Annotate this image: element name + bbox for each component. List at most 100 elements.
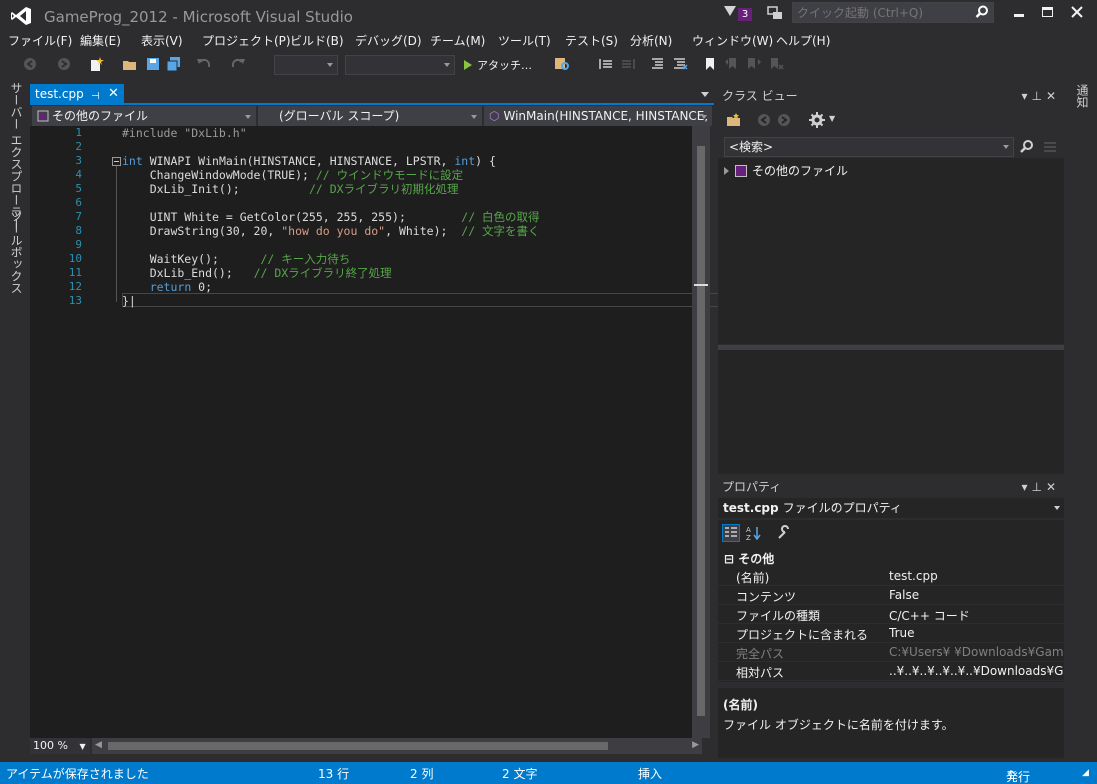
comment-lines-icon[interactable] xyxy=(650,56,666,72)
pin-icon[interactable]: ⊥ xyxy=(1031,480,1045,494)
indent-icon[interactable] xyxy=(598,56,614,72)
alphabetical-icon[interactable]: AZ xyxy=(746,525,762,541)
window-position-icon[interactable]: ▾ xyxy=(1021,89,1031,103)
bookmark-icon[interactable] xyxy=(702,56,718,72)
standard-toolbar: アタッチ… xyxy=(0,51,1097,78)
editor-vertical-scrollbar[interactable] xyxy=(692,126,710,738)
close-icon[interactable]: ✕ xyxy=(1046,480,1060,494)
next-bookmark-icon[interactable] xyxy=(746,56,762,72)
new-folder-icon[interactable] xyxy=(726,112,742,128)
svg-text:Z: Z xyxy=(746,534,751,541)
redo-icon[interactable] xyxy=(230,56,246,72)
menu-file[interactable]: ファイル(F) xyxy=(8,32,72,49)
menu-help[interactable]: ヘルプ(H) xyxy=(776,32,830,49)
class-view-title: クラス ビュー xyxy=(722,89,798,103)
forward-icon[interactable] xyxy=(776,112,792,128)
expand-arrow-icon[interactable] xyxy=(724,167,729,175)
search-icon[interactable] xyxy=(975,5,989,19)
collapse-region-icon[interactable] xyxy=(112,157,121,166)
quick-launch-input[interactable] xyxy=(793,3,963,22)
property-row[interactable]: プロジェクトに含まれる True xyxy=(718,624,1064,643)
code-text-area[interactable]: #include "DxLib.h" int WINAPI WinMain(HI… xyxy=(30,126,720,738)
menu-build[interactable]: ビルド(B) xyxy=(290,32,344,49)
member-combo[interactable]: ⬡WinMain(HINSTANCE, HINSTANCE, LPSTR, in… xyxy=(484,106,712,126)
clear-search-icon[interactable] xyxy=(1042,139,1058,155)
resize-grip-icon[interactable]: ◢ xyxy=(1082,768,1089,778)
property-row[interactable]: (名前) test.cpp xyxy=(718,567,1064,586)
scrollbar-thumb[interactable] xyxy=(108,742,608,750)
menu-project[interactable]: プロジェクト(P) xyxy=(202,32,291,49)
new-project-icon[interactable] xyxy=(88,56,104,72)
solution-platform-combo[interactable] xyxy=(345,55,455,75)
scope-combo[interactable]: (グローバル スコープ) xyxy=(258,106,482,126)
open-file-icon[interactable] xyxy=(122,56,138,72)
properties-toolbar: AZ xyxy=(718,520,1064,546)
minimize-button[interactable] xyxy=(1006,4,1032,22)
menu-test[interactable]: テスト(S) xyxy=(565,32,618,49)
menu-view[interactable]: 表示(V) xyxy=(141,32,183,49)
undo-icon[interactable] xyxy=(196,56,212,72)
property-key: コンテンツ xyxy=(736,590,797,604)
maximize-button[interactable] xyxy=(1034,4,1060,22)
scroll-right-icon[interactable]: ▶ xyxy=(692,740,699,750)
chevron-down-icon xyxy=(701,115,707,119)
editor-horizontal-scrollbar[interactable]: ◀ ▶ xyxy=(92,738,702,754)
property-row[interactable]: ファイルの種類 C/C++ コード xyxy=(718,605,1064,624)
back-icon[interactable] xyxy=(756,112,772,128)
close-button[interactable] xyxy=(1064,4,1090,22)
gear-icon[interactable] xyxy=(808,111,826,129)
pin-icon[interactable]: ⊣ xyxy=(91,87,100,107)
window-position-icon[interactable]: ▾ xyxy=(1021,480,1031,494)
scrollbar-thumb[interactable] xyxy=(697,146,705,716)
category-misc[interactable]: ⊟ その他 xyxy=(724,550,774,567)
menu-tools[interactable]: ツール(T) xyxy=(498,32,551,49)
navigate-back-icon[interactable] xyxy=(22,56,38,72)
zoom-combo[interactable]: 100 % ▼ xyxy=(30,738,90,754)
server-explorer-tab[interactable]: サーバー エクスプローラー xyxy=(8,82,25,230)
uncomment-lines-icon[interactable] xyxy=(672,56,688,72)
property-value[interactable]: test.cpp xyxy=(889,569,1063,583)
prev-bookmark-icon[interactable] xyxy=(724,56,740,72)
property-value[interactable]: True xyxy=(889,626,1063,640)
attach-debugger-button[interactable]: アタッチ… xyxy=(464,57,532,73)
tab-test-cpp[interactable]: test.cpp ⊣ ✕ xyxy=(30,84,124,105)
properties-object-selector[interactable]: test.cpp ファイルのプロパティ xyxy=(718,498,1064,518)
close-icon[interactable]: ✕ xyxy=(1046,89,1060,103)
chevron-down-icon[interactable]: ▼ xyxy=(829,114,835,123)
notifications-tab[interactable]: 通知 xyxy=(1074,84,1091,108)
scroll-left-icon[interactable]: ◀ xyxy=(95,740,102,750)
property-value[interactable]: False xyxy=(889,588,1063,602)
collapse-icon[interactable]: ⊟ xyxy=(724,552,734,566)
quick-launch[interactable] xyxy=(792,2,994,23)
solution-config-combo[interactable] xyxy=(274,55,338,75)
code-line: #include "DxLib.h" xyxy=(122,126,247,140)
menu-analyze[interactable]: 分析(N) xyxy=(630,32,672,49)
notification-flag[interactable]: 3 xyxy=(724,6,754,22)
menu-window[interactable]: ウィンドウ(W) xyxy=(692,32,773,49)
property-pages-icon[interactable] xyxy=(776,525,792,541)
search-icon[interactable] xyxy=(1019,139,1035,155)
clear-bookmarks-icon[interactable] xyxy=(768,56,784,72)
tab-overflow-chevron-icon[interactable] xyxy=(701,92,709,97)
toolbox-tab[interactable]: ツールボックス xyxy=(8,210,25,294)
class-view-search-combo[interactable]: <検索> xyxy=(724,137,1014,157)
code-line: UINT White = GetColor(255, 255, 255); //… xyxy=(122,210,540,224)
property-row[interactable]: コンテンツ False xyxy=(718,586,1064,605)
property-value[interactable]: C/C++ コード xyxy=(889,607,1063,624)
menu-team[interactable]: チーム(M) xyxy=(430,32,485,49)
find-in-files-icon[interactable] xyxy=(554,56,570,72)
tree-item-misc-files[interactable]: その他のファイル xyxy=(724,162,848,179)
menu-debug[interactable]: デバッグ(D) xyxy=(355,32,422,49)
feedback-icon[interactable] xyxy=(767,5,783,21)
property-row[interactable]: 完全パス C:¥Users¥ ¥Downloads¥GameProg xyxy=(718,643,1064,662)
pin-icon[interactable]: ⊥ xyxy=(1031,89,1045,103)
menu-edit[interactable]: 編集(E) xyxy=(80,32,121,49)
outdent-icon[interactable] xyxy=(620,56,636,72)
navigate-forward-icon[interactable] xyxy=(56,56,72,72)
project-combo[interactable]: その他のファイル xyxy=(32,106,256,126)
close-tab-icon[interactable]: ✕ xyxy=(108,84,119,104)
categorized-icon[interactable] xyxy=(722,524,740,542)
save-icon[interactable] xyxy=(145,56,161,72)
save-all-icon[interactable] xyxy=(166,56,182,72)
property-row[interactable]: 相対パス ..¥..¥..¥..¥..¥..¥Downloads¥GameProg xyxy=(718,662,1064,681)
